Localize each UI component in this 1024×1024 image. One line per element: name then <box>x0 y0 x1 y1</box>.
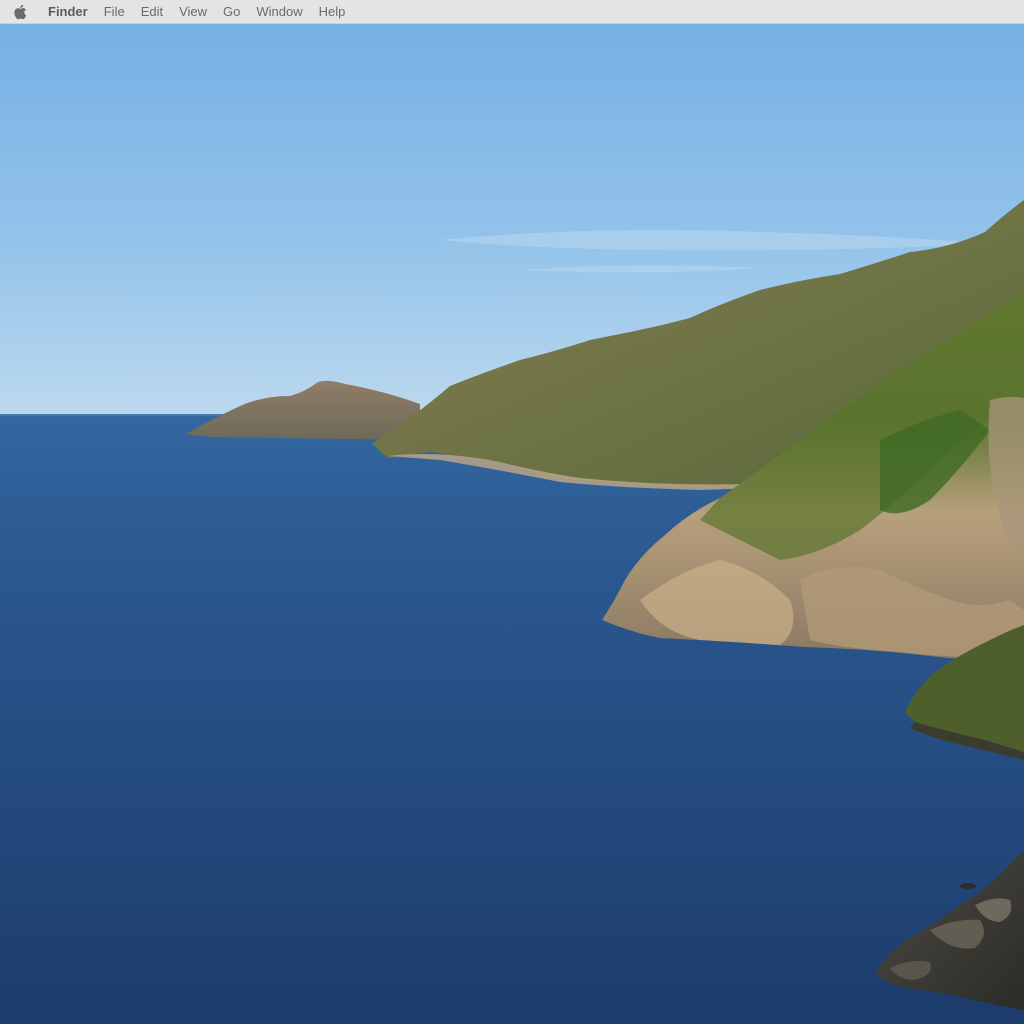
menu-bar: Finder File Edit View Go Window Help <box>0 0 1024 24</box>
menu-file[interactable]: File <box>96 0 133 24</box>
menu-edit[interactable]: Edit <box>133 0 171 24</box>
menu-go[interactable]: Go <box>215 0 248 24</box>
menu-help[interactable]: Help <box>311 0 354 24</box>
desktop-screen: Finder File Edit View Go Window Help <box>0 0 1024 1024</box>
apple-logo-icon[interactable] <box>0 0 40 24</box>
menu-view[interactable]: View <box>171 0 215 24</box>
menu-window[interactable]: Window <box>248 0 310 24</box>
desktop-wallpaper <box>0 24 1024 1024</box>
menu-finder[interactable]: Finder <box>40 0 96 24</box>
